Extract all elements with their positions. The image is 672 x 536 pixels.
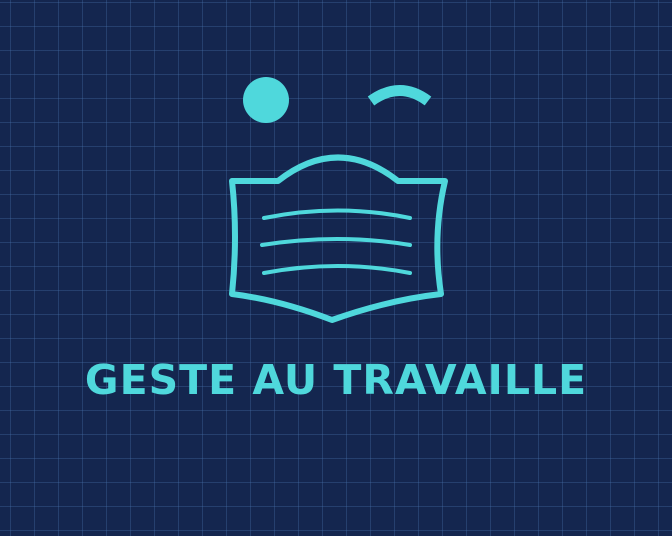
left-eye-icon	[243, 77, 289, 123]
logo: GESTE AU TRAVAILLE	[0, 0, 672, 536]
face-mask-icon	[229, 154, 448, 323]
mask-pleat-middle	[260, 237, 412, 247]
winking-eye-icon	[367, 85, 432, 106]
mask-pleat-bottom	[262, 264, 412, 275]
logo-wordmark: GESTE AU TRAVAILLE	[84, 356, 588, 404]
winking-face-with-mask-icon	[229, 77, 448, 323]
mask-pleat-top	[262, 208, 412, 220]
